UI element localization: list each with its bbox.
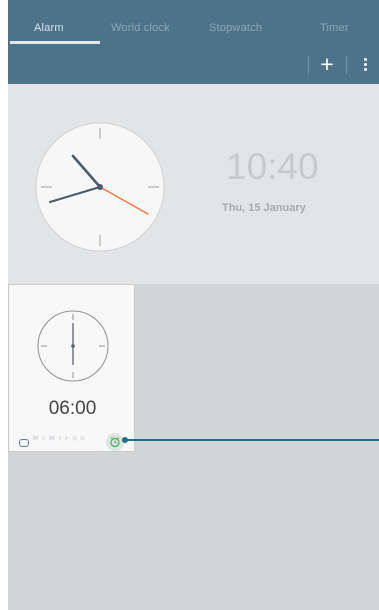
- repeat-icon: [19, 439, 29, 447]
- more-options-button[interactable]: [358, 50, 374, 78]
- alarm-clock-icon: [110, 437, 120, 448]
- current-time: 10:40: [226, 146, 319, 187]
- alarm-toggle-button[interactable]: [106, 433, 124, 451]
- plus-icon: +: [320, 51, 334, 77]
- alarm-clock-face-icon: [37, 310, 109, 382]
- divider: [346, 56, 347, 74]
- divider: [308, 56, 309, 74]
- tab-alarm[interactable]: Alarm: [34, 22, 64, 34]
- alarm-list: 06:00 M T W T F S S: [8, 284, 379, 610]
- overflow-dot: [364, 63, 367, 66]
- alarm-repeat-days: M T W T F S S: [33, 436, 86, 442]
- tab-timer[interactable]: Timer: [320, 22, 349, 34]
- add-alarm-button[interactable]: +: [313, 50, 341, 78]
- clock-app: Alarm World clock Stopwatch Timer + 10:4…: [8, 0, 379, 610]
- overflow-dot: [364, 58, 367, 61]
- tab-world-clock[interactable]: World clock: [111, 22, 170, 34]
- analog-clock-icon: [35, 122, 165, 252]
- current-time-panel: 10:40 Thu, 15 January: [8, 84, 379, 284]
- callout-line: [124, 439, 379, 441]
- alarm-card[interactable]: 06:00 M T W T F S S: [8, 284, 135, 452]
- action-bar: +: [8, 44, 379, 84]
- overflow-dot: [364, 68, 367, 71]
- alarm-time: 06:00: [48, 398, 97, 419]
- tab-bar: Alarm World clock Stopwatch Timer: [8, 0, 379, 44]
- tab-stopwatch[interactable]: Stopwatch: [209, 22, 262, 34]
- current-date: Thu, 15 January: [222, 202, 306, 214]
